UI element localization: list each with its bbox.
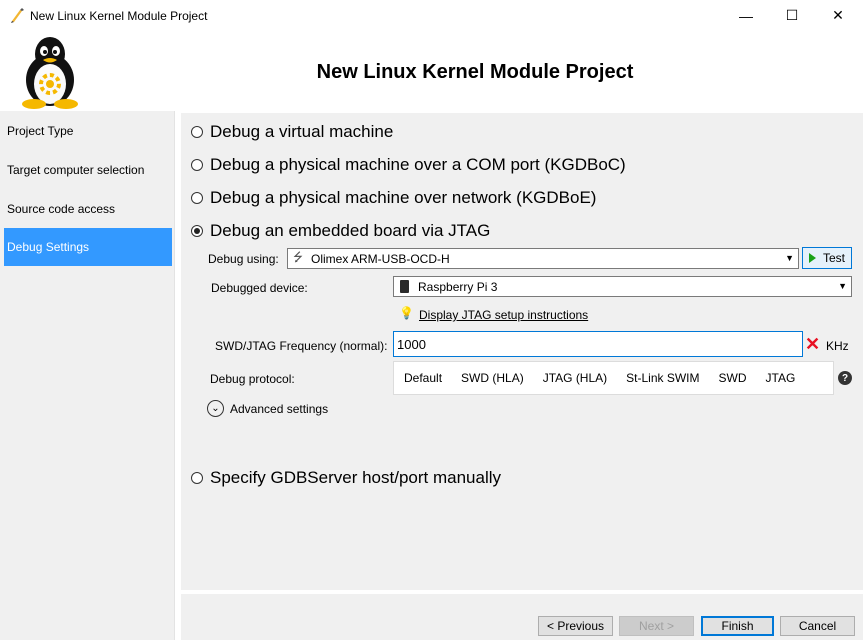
jtag-setup-link[interactable]: Display JTAG setup instructions <box>419 308 588 322</box>
protocol-option-stlink-swim[interactable]: St-Link SWIM <box>626 371 699 385</box>
sidebar-item-source-code[interactable]: Source code access <box>4 190 172 228</box>
radio-gdbserver[interactable]: Specify GDBServer host/port manually <box>191 468 501 488</box>
debug-using-label: Debug using: <box>208 252 279 266</box>
debug-protocol-label: Debug protocol: <box>210 372 295 386</box>
radio-button[interactable] <box>191 472 203 484</box>
radio-label: Specify GDBServer host/port manually <box>210 468 502 487</box>
advanced-settings-label: Advanced settings <box>230 401 329 416</box>
chevron-down-icon: ▼ <box>838 281 847 291</box>
next-button[interactable]: Next > <box>619 616 694 636</box>
debug-protocol-selector[interactable]: Default SWD (HLA) JTAG (HLA) St-Link SWI… <box>393 361 834 395</box>
protocol-option-jtag-hla[interactable]: JTAG (HLA) <box>543 371 607 385</box>
debug-settings-panel: Debug a virtual machine Debug a physical… <box>181 113 863 590</box>
radio-com-port[interactable]: Debug a physical machine over a COM port… <box>191 155 626 175</box>
radio-label: Debug an embedded board via JTAG <box>210 221 491 240</box>
usb-icon: ⭍ <box>293 250 303 264</box>
frequency-label: SWD/JTAG Frequency (normal): <box>215 339 388 353</box>
test-label: Test <box>823 251 846 265</box>
radio-button[interactable] <box>191 159 203 171</box>
frequency-unit: KHz <box>826 339 849 353</box>
debugged-device-combo[interactable]: Raspberry Pi 3 ▼ <box>393 276 852 297</box>
close-button[interactable]: ✕ <box>815 0 861 31</box>
sidebar-item-project-type[interactable]: Project Type <box>4 112 172 150</box>
protocol-option-swd-hla[interactable]: SWD (HLA) <box>461 371 524 385</box>
radio-jtag[interactable]: Debug an embedded board via JTAG <box>191 221 490 241</box>
debug-using-combo[interactable]: ⭍ Olimex ARM-USB-OCD-H ▼ <box>287 248 799 269</box>
sidebar-item-debug-settings[interactable]: Debug Settings <box>4 228 172 266</box>
help-icon[interactable]: ? <box>838 371 852 385</box>
protocol-option-default[interactable]: Default <box>404 371 442 385</box>
maximize-button[interactable]: ☐ <box>769 0 815 31</box>
protocol-option-swd[interactable]: SWD <box>719 371 747 385</box>
debugged-device-value: Raspberry Pi 3 <box>418 279 498 294</box>
tux-penguin-icon <box>22 37 78 109</box>
lightbulb-icon: 💡 <box>399 306 414 320</box>
radio-label: Debug a virtual machine <box>210 122 394 141</box>
debugged-device-label: Debugged device: <box>211 281 308 295</box>
wizard-sidebar: Project Type Target computer selection S… <box>0 111 175 640</box>
radio-label: Debug a physical machine over network (K… <box>210 188 597 207</box>
previous-button[interactable]: < Previous <box>538 616 613 636</box>
play-icon <box>809 253 816 263</box>
window-title: New Linux Kernel Module Project <box>30 9 208 23</box>
wizard-header: New Linux Kernel Module Project <box>0 31 863 111</box>
cancel-button[interactable]: Cancel <box>780 616 855 636</box>
title-bar: New Linux Kernel Module Project — ☐ ✕ <box>0 0 863 31</box>
page-title: New Linux Kernel Module Project <box>316 61 634 83</box>
radio-button[interactable] <box>191 126 203 138</box>
debug-using-value: Olimex ARM-USB-OCD-H <box>311 251 450 266</box>
radio-label: Debug a physical machine over a COM port… <box>210 155 626 174</box>
chevron-down-icon: ▼ <box>785 253 794 263</box>
chevron-down-icon: ⌄ <box>207 400 224 417</box>
wizard-button-bar: < Previous Next > Finish Cancel <box>181 594 863 640</box>
radio-button[interactable] <box>191 192 203 204</box>
radio-network[interactable]: Debug a physical machine over network (K… <box>191 188 596 208</box>
test-button[interactable]: Test <box>802 247 852 269</box>
radio-button[interactable] <box>191 225 203 237</box>
sidebar-item-target-computer[interactable]: Target computer selection <box>4 151 172 189</box>
protocol-option-jtag[interactable]: JTAG <box>766 371 796 385</box>
board-icon <box>400 280 409 293</box>
error-x-icon: ✕ <box>805 334 821 354</box>
minimize-button[interactable]: — <box>723 0 769 31</box>
app-icon <box>11 8 24 23</box>
finish-button[interactable]: Finish <box>701 616 774 636</box>
radio-virtual-machine[interactable]: Debug a virtual machine <box>191 122 393 142</box>
frequency-input[interactable] <box>393 331 803 357</box>
advanced-settings-toggle[interactable]: ⌄ Advanced settings <box>207 400 328 417</box>
